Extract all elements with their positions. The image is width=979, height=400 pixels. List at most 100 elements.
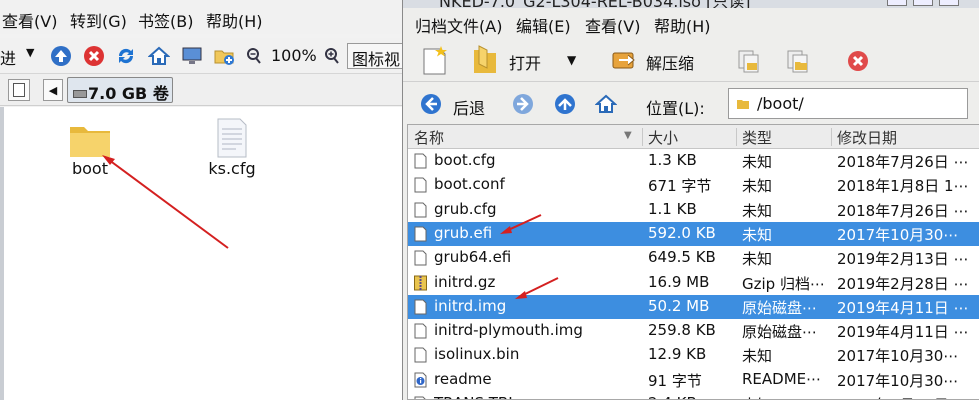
column-name[interactable]: 名称	[414, 127, 444, 148]
cell-name: boot.cfg	[434, 151, 496, 169]
cell-date: 2019年2月13日 ⋯	[837, 250, 969, 269]
stop-icon[interactable]	[83, 45, 105, 67]
path-toggle-button[interactable]	[8, 79, 30, 101]
path-scroll-left-button[interactable]: ◀	[43, 79, 63, 101]
new-archive-icon[interactable]	[421, 44, 449, 76]
extract-button[interactable]: 解压缩	[646, 50, 694, 74]
file-manager-window: 查看(V) 转到(G) 书签(B) 帮助(H) 进 ▼ 100% 图标视 ◀ 7…	[0, 0, 407, 400]
cell-type: README⋯	[742, 369, 822, 388]
cell-name: initrd.gz	[434, 272, 496, 291]
menu-archive[interactable]: 归档文件(A)	[415, 13, 502, 37]
cell-size: 16.9 MB	[648, 272, 710, 291]
cell-name: initrd-plymouth.img	[434, 321, 583, 340]
menu-edit[interactable]: 编辑(E)	[516, 13, 571, 37]
cell-name: grub64.efi	[434, 248, 512, 267]
table-row[interactable]: readme 91 字节 README⋯ 2017年10月30⋯	[408, 368, 979, 392]
computer-icon[interactable]	[181, 45, 203, 67]
table-row[interactable]: initrd.img 50.2 MB 原始磁盘⋯ 2019年4月11日 ⋯	[408, 294, 979, 319]
cell-date: 2019年4月11日 ⋯	[837, 298, 969, 317]
table-row[interactable]: boot.conf 671 字节 未知 2018年1月8日 1⋯	[408, 173, 979, 197]
delete-icon[interactable]	[847, 50, 869, 72]
archive-toolbar: 打开 ▼ 解压缩	[403, 38, 979, 82]
archive-navbar: 后退 位置(L): /boot/	[403, 84, 979, 124]
table-row[interactable]: grub.cfg 1.1 KB 未知 2018年7月26日 ⋯	[408, 198, 979, 222]
table-row[interactable]: TRANS.TBL 2.4 KB 未知 2019年4月11日 ⋯	[408, 392, 979, 399]
forward-button[interactable]: 进	[0, 45, 16, 69]
cell-date: 2019年4月11日 ⋯	[837, 323, 969, 342]
add-files-icon[interactable]	[736, 48, 762, 74]
reload-icon[interactable]	[115, 45, 137, 67]
menu-help[interactable]: 帮助(H)	[654, 13, 711, 37]
left-toolbar: 进 ▼ 100% 图标视	[0, 38, 407, 74]
back-icon[interactable]	[420, 93, 442, 115]
cell-size: 91 字节	[648, 371, 702, 390]
maximize-button[interactable]	[913, 0, 933, 6]
cell-size: 649.5 KB	[648, 248, 716, 267]
up-icon[interactable]	[50, 45, 72, 67]
zoom-out-icon[interactable]	[245, 45, 263, 67]
table-row[interactable]: grub64.efi 649.5 KB 未知 2019年2月13日 ⋯	[408, 246, 979, 270]
folder-icon	[737, 100, 749, 109]
left-menubar: 查看(V) 转到(G) 书签(B) 帮助(H)	[0, 0, 402, 34]
column-type[interactable]: 类型	[742, 127, 772, 148]
zoom-in-icon[interactable]	[323, 45, 341, 67]
new-folder-icon[interactable]	[213, 45, 235, 67]
forward-dropdown-icon[interactable]: ▼	[26, 46, 34, 59]
cell-type: 未知	[742, 347, 773, 366]
cell-size: 12.9 KB	[648, 345, 707, 364]
menu-view[interactable]: 查看(V)	[2, 8, 57, 32]
home-icon[interactable]	[595, 93, 617, 115]
column-date[interactable]: 修改日期	[837, 127, 897, 148]
menu-go[interactable]: 转到(G)	[70, 8, 127, 32]
column-size[interactable]: 大小	[648, 127, 678, 148]
table-row[interactable]: initrd-plymouth.img 259.8 KB 原始磁盘⋯ 2019年4月1…	[408, 319, 979, 343]
window-title-bar[interactable]: NKED-7.0_G2-L304-REL-B034.iso [只读]	[403, 0, 979, 8]
column-separator	[736, 128, 737, 146]
table-row[interactable]: grub.efi 592.0 KB 未知 2017年10月30⋯	[408, 221, 979, 246]
cell-name: grub.efi	[434, 223, 493, 242]
add-folder-icon[interactable]	[785, 48, 811, 74]
cell-name: readme	[434, 369, 492, 388]
menu-bookmarks[interactable]: 书签(B)	[138, 8, 193, 32]
cell-date: 2018年7月26日 ⋯	[837, 201, 969, 220]
table-row[interactable]: isolinux.bin 12.9 KB 未知 2017年10月30⋯	[408, 343, 979, 367]
cell-size: 2.4 KB	[648, 394, 734, 399]
open-icon[interactable]	[471, 44, 499, 76]
folder-view: boot ks.cfg	[0, 107, 402, 400]
forward-icon[interactable]	[512, 93, 534, 115]
location-input[interactable]: /boot/	[728, 88, 968, 119]
volume-path-button[interactable]: 7.0 GB 卷	[67, 77, 173, 103]
cell-type: 原始磁盘⋯	[742, 298, 818, 317]
menu-help[interactable]: 帮助(H)	[206, 8, 263, 32]
cell-type: 未知	[742, 201, 773, 220]
open-button[interactable]: 打开	[509, 50, 541, 74]
table-row[interactable]: boot.cfg 1.3 KB 未知 2018年7月26日 ⋯	[408, 149, 979, 173]
volume-label: 7.0 GB 卷	[88, 84, 169, 103]
back-button[interactable]: 后退	[453, 95, 485, 119]
sort-indicator-icon: ▼	[624, 130, 632, 141]
zoom-level: 100%	[271, 46, 317, 65]
cell-name: boot.conf	[434, 175, 505, 194]
cell-size: 1.1 KB	[648, 199, 697, 218]
open-dropdown-icon[interactable]: ▼	[567, 53, 576, 67]
cell-date: 2019年2月28日 ⋯	[837, 274, 969, 293]
home-icon[interactable]	[148, 45, 170, 67]
annotation-arrow	[102, 155, 229, 249]
drive-icon	[73, 90, 87, 98]
minimize-button[interactable]	[887, 0, 907, 6]
cell-date: 2018年7月26日 ⋯	[837, 153, 969, 171]
menu-view[interactable]: 查看(V)	[585, 13, 640, 37]
window-title: NKED-7.0_G2-L304-REL-B034.iso [只读]	[439, 0, 751, 8]
cell-type: 未知	[742, 250, 773, 269]
left-pathbar: ◀ 7.0 GB 卷	[0, 74, 402, 106]
path-toggle-icon	[13, 83, 25, 97]
up-icon[interactable]	[554, 93, 576, 115]
cell-date: 2018年1月8日 1⋯	[837, 177, 969, 196]
view-mode-select[interactable]: 图标视	[347, 43, 407, 69]
column-separator	[831, 128, 832, 146]
extract-icon[interactable]	[611, 48, 637, 72]
cell-type: Gzip 归档⋯	[742, 274, 825, 293]
archive-manager-window: NKED-7.0_G2-L304-REL-B034.iso [只读] 归档文件(…	[402, 0, 979, 400]
table-row[interactable]: initrd.gz 16.9 MB Gzip 归档⋯ 2019年2月28日 ⋯	[408, 271, 979, 295]
close-window-button[interactable]	[939, 0, 959, 6]
